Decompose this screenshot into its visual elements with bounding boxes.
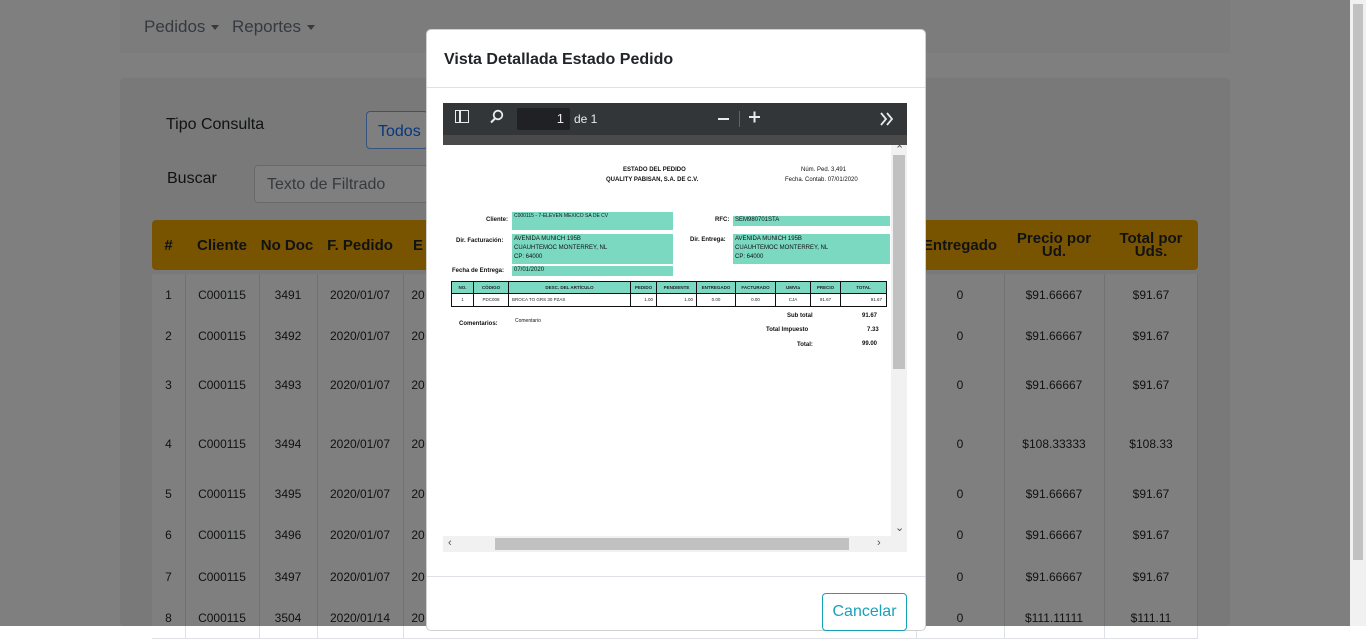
doc-dir-ent-2: CUAUHTEMOC MONTERREY, NL [735, 245, 829, 251]
doc-items-table: NO. CÓDIGO DESC. DEL ARTÍCULO PEDIDO PEN… [451, 281, 887, 307]
doc-th-total: TOTAL [841, 282, 886, 293]
doc-td-entregado: 0.00 [697, 293, 736, 306]
pdf-toolbar: 1 de 1 [443, 103, 907, 135]
pdf-vertical-scrollbar[interactable]: ⌃ ⌄ [891, 144, 907, 536]
doc-dir-fact-label: Dir. Facturación: [456, 238, 504, 244]
pdf-toolbar-shadow [443, 135, 907, 145]
doc-td-total: 91.67 [841, 293, 886, 306]
modal-header-divider [427, 87, 925, 88]
modal-title: Vista Detallada Estado Pedido [444, 51, 674, 68]
doc-total-label: Total: [797, 342, 813, 348]
doc-td-pedido: 1.00 [631, 293, 657, 306]
pdf-vertical-thumb[interactable] [893, 155, 905, 369]
zoom-out-icon[interactable] [718, 118, 729, 120]
doc-fecha-contab: Fecha. Contab. 07/01/2020 [785, 177, 858, 183]
doc-dir-ent-3: CP: 64000 [735, 254, 764, 260]
doc-rfc-label: RFC: [715, 217, 730, 223]
doc-th-umvta: UMVta [776, 282, 811, 293]
doc-dir-ent-label: Dir. Entrega: [690, 237, 726, 243]
doc-th-facturado: FACTURADO [736, 282, 776, 293]
doc-subtotal: 91.67 [862, 313, 878, 319]
more-tools-icon[interactable] [879, 111, 895, 132]
doc-total: 99.00 [862, 341, 878, 347]
doc-td-codigo: PDC008 [474, 293, 509, 306]
doc-impuesto-label: Total Impuesto [766, 327, 809, 333]
doc-th-codigo: CÓDIGO [474, 282, 509, 293]
doc-fecha-ent: 07/01/2020 [514, 267, 545, 273]
doc-th-no: NO. [452, 282, 474, 293]
page-scrollbar[interactable] [1350, 0, 1366, 626]
doc-impuesto: 7.33 [867, 327, 879, 333]
doc-td-no: 1 [452, 293, 474, 306]
cancel-button[interactable]: Cancelar [822, 593, 907, 631]
doc-fecha-ent-label: Fecha de Entrega: [452, 268, 505, 274]
doc-th-desc: DESC. DEL ARTÍCULO [509, 282, 631, 293]
page-scrollbar-thumb[interactable] [1353, 4, 1363, 560]
doc-th-entregado: ENTREGADO [697, 282, 736, 293]
doc-cliente-label: Cliente: [486, 217, 509, 223]
doc-comentario: Comentario [515, 318, 541, 324]
doc-th-precio: PRECIO [811, 282, 841, 293]
pdf-viewer: 1 de 1 ESTADO DEL PEDIDO QUALITY PABISAN… [443, 103, 907, 552]
doc-comentarios-label: Comentarios: [459, 321, 498, 327]
scroll-right-icon[interactable]: › [877, 537, 881, 549]
pdf-horizontal-scrollbar[interactable]: ‹ › [443, 536, 907, 552]
modal-footer-divider [427, 576, 925, 577]
doc-rfc: SEM980701STA [735, 217, 780, 223]
doc-td-precio: 91.67 [811, 293, 841, 306]
page-number-input[interactable]: 1 [517, 108, 570, 130]
doc-cliente: C000115 - 7-ELEVEN MEXICO SA DE CV [514, 213, 609, 219]
page-count: de 1 [574, 112, 598, 126]
scroll-down-icon[interactable]: ⌄ [895, 521, 904, 534]
scroll-left-icon[interactable]: ‹ [448, 537, 452, 549]
doc-company: QUALITY PABISAN, S.A. DE C.V. [606, 177, 699, 183]
doc-num-ped: Núm. Ped. 3,491 [801, 167, 847, 173]
doc-title: ESTADO DEL PEDIDO [623, 167, 686, 173]
doc-th-pedido: PEDIDO [631, 282, 657, 293]
search-icon[interactable] [489, 109, 505, 130]
doc-subtotal-label: Sub total [787, 313, 813, 319]
zoom-in-icon[interactable] [749, 110, 761, 129]
doc-td-desc: BROCA TO GRS 30 PZAS [509, 293, 631, 306]
doc-td-pendiente: 1.00 [657, 293, 697, 306]
sidebar-toggle-icon[interactable] [455, 110, 469, 123]
doc-dir-fact-1: AVENIDA MUNICH 195B [514, 236, 581, 242]
doc-dir-fact-3: CP: 64000 [514, 254, 543, 260]
doc-td-facturado: 0.00 [736, 293, 776, 306]
toolbar-divider [739, 111, 740, 127]
doc-td-umvta: CJA [776, 293, 811, 306]
doc-th-pendiente: PENDIENTE [657, 282, 697, 293]
pdf-horizontal-thumb[interactable] [495, 538, 849, 550]
doc-dir-ent-1: AVENIDA MUNICH 195B [735, 236, 802, 242]
doc-dir-fact-2: CUAUHTEMOC MONTERREY, NL [514, 245, 608, 251]
